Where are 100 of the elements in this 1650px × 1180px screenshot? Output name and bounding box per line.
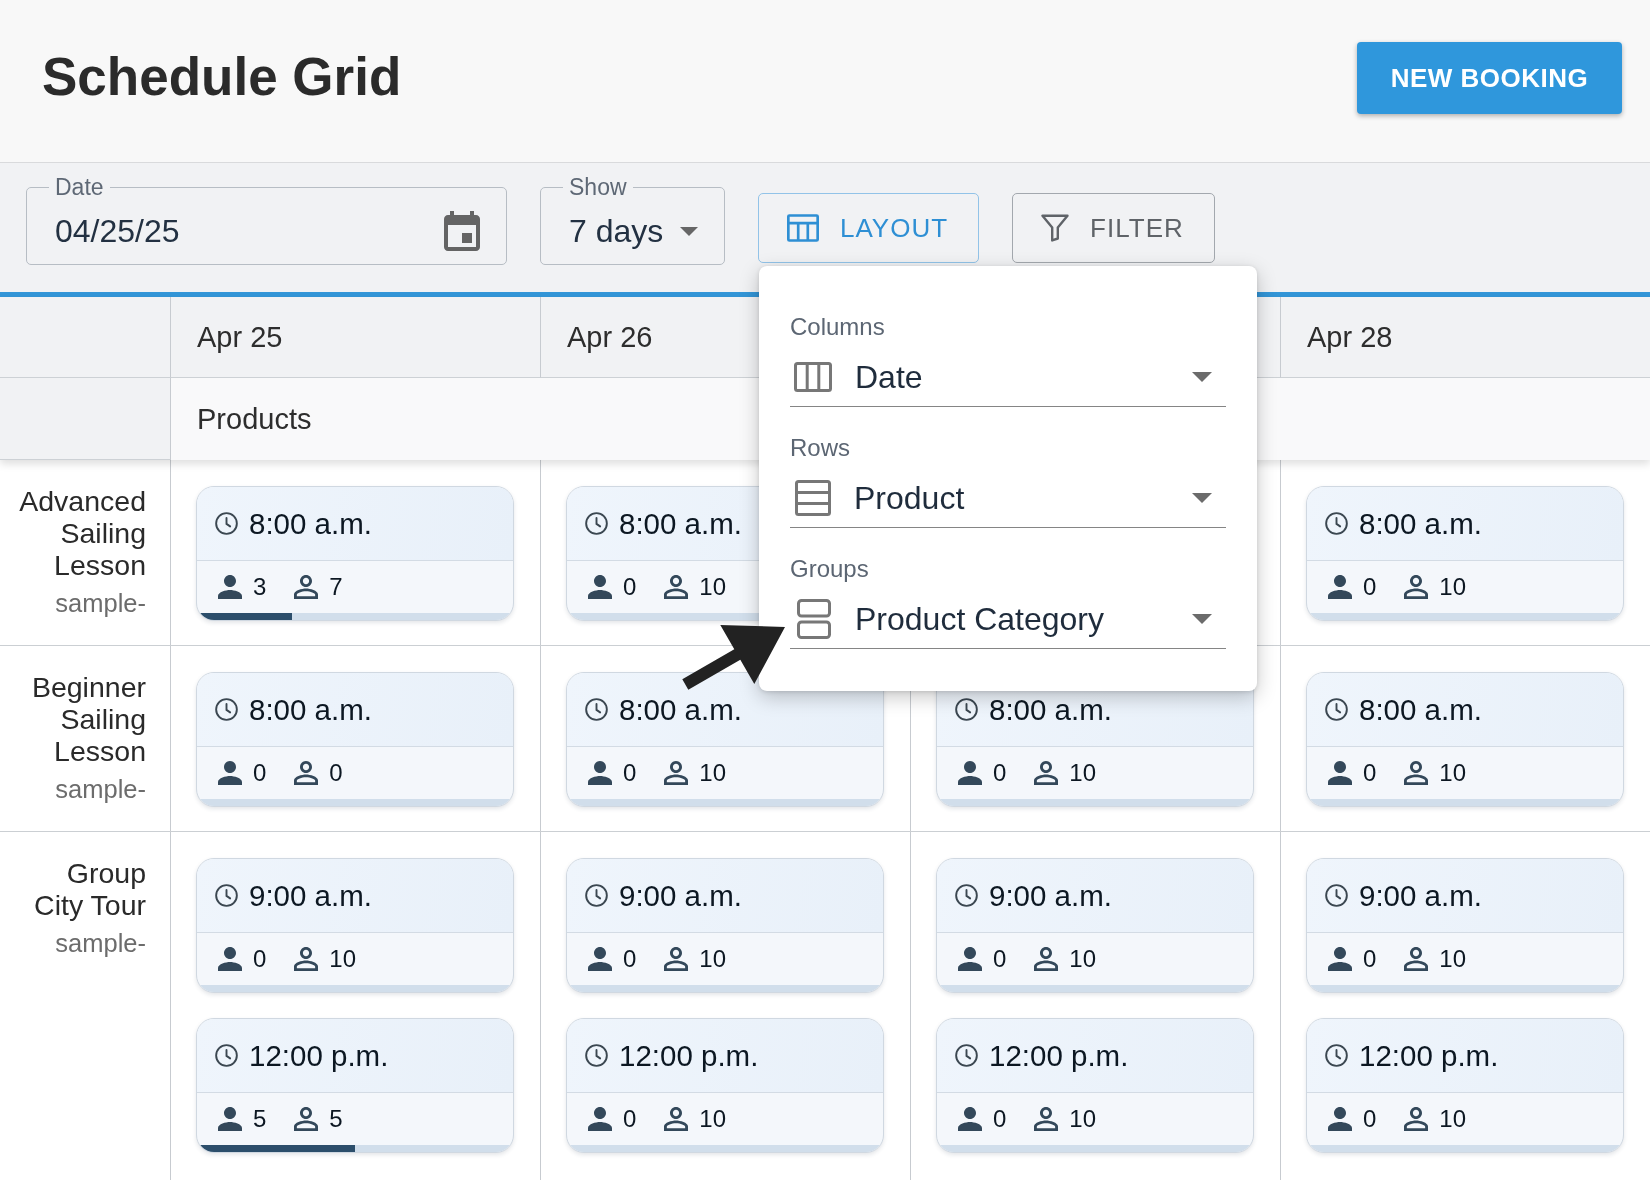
- booked-count: 0: [1363, 573, 1377, 601]
- available-count: 10: [699, 759, 727, 787]
- session-card[interactable]: 8:00 a.m. 0 10: [1306, 486, 1624, 621]
- available-count: 10: [699, 945, 727, 973]
- session-time: 9:00 a.m.: [989, 878, 1112, 913]
- session-time: 12:00 p.m.: [619, 1038, 759, 1073]
- person-icon: [218, 575, 242, 599]
- booked-count: 0: [993, 1105, 1007, 1133]
- session-card[interactable]: 12:00 p.m. 0 10: [566, 1018, 884, 1153]
- table-icon: [787, 214, 819, 242]
- person-outline-icon: [1034, 1107, 1059, 1131]
- person-icon: [1328, 947, 1352, 971]
- session-time: 12:00 p.m.: [1359, 1038, 1499, 1073]
- calendar-icon[interactable]: [444, 211, 480, 251]
- person-icon: [218, 1107, 242, 1131]
- booked-count: 0: [1363, 945, 1377, 973]
- person-icon: [588, 575, 612, 599]
- person-outline-icon: [294, 1107, 319, 1131]
- available-count: 10: [329, 945, 357, 973]
- available-count: 7: [329, 573, 343, 601]
- booked-count: 0: [623, 945, 637, 973]
- filter-icon: [1041, 214, 1070, 242]
- field-label: Rows: [790, 435, 851, 461]
- available-count: 10: [699, 1105, 727, 1133]
- person-outline-icon: [1404, 575, 1429, 599]
- person-icon: [588, 947, 612, 971]
- available-count: 10: [1439, 573, 1467, 601]
- session-card[interactable]: 9:00 a.m. 0 10: [566, 858, 884, 993]
- show-select[interactable]: Show 7 days: [540, 174, 725, 265]
- session-card[interactable]: 12:00 p.m. 0 10: [936, 1018, 1254, 1153]
- session-card[interactable]: 12:00 p.m. 0 10: [1306, 1018, 1624, 1153]
- session-time: 9:00 a.m.: [249, 878, 372, 913]
- field-label: Show: [568, 174, 628, 200]
- person-outline-icon: [664, 761, 689, 785]
- clock-icon: [215, 884, 238, 907]
- stacked-boxes-icon: [797, 599, 831, 639]
- person-icon: [958, 1107, 982, 1131]
- person-outline-icon: [294, 575, 319, 599]
- person-outline-icon: [1404, 947, 1429, 971]
- person-icon: [218, 761, 242, 785]
- clock-icon: [585, 512, 608, 535]
- session-card[interactable]: 8:00 a.m. 0 0: [196, 672, 514, 807]
- page-title: Schedule Grid: [42, 46, 402, 108]
- booked-count: 0: [623, 1105, 637, 1133]
- session-time: 8:00 a.m.: [619, 692, 742, 727]
- column-header: Apr 26: [567, 320, 653, 354]
- session-card[interactable]: 12:00 p.m. 5 5: [196, 1018, 514, 1153]
- booked-count: 0: [993, 759, 1007, 787]
- session-card[interactable]: 8:00 a.m. 0 10: [1306, 672, 1624, 807]
- caret-icon: [1192, 614, 1212, 624]
- available-count: 10: [1439, 945, 1467, 973]
- booked-count: 0: [1363, 1105, 1377, 1133]
- available-count: 10: [1439, 1105, 1467, 1133]
- field-label: Columns: [790, 314, 886, 340]
- person-outline-icon: [664, 947, 689, 971]
- clock-icon: [215, 698, 238, 721]
- session-time: 8:00 a.m.: [619, 506, 742, 541]
- session-card[interactable]: 9:00 a.m. 0 10: [196, 858, 514, 993]
- booked-count: 0: [253, 759, 267, 787]
- product-name: Group City Tour: [33, 857, 146, 921]
- clock-icon: [955, 884, 978, 907]
- clock-icon: [215, 512, 238, 535]
- session-time: 8:00 a.m.: [989, 692, 1112, 727]
- product-code: sample-: [55, 929, 146, 957]
- rows-icon: [795, 480, 831, 516]
- session-card[interactable]: 8:00 a.m. 0 10: [566, 672, 884, 807]
- person-outline-icon: [1404, 1107, 1429, 1131]
- available-count: 5: [329, 1105, 343, 1133]
- session-card[interactable]: 9:00 a.m. 0 10: [1306, 858, 1624, 993]
- available-count: 10: [1439, 759, 1467, 787]
- product-code: sample-: [55, 775, 146, 803]
- field-label: Groups: [790, 556, 870, 582]
- person-icon: [1328, 575, 1352, 599]
- product-code: sample-: [55, 589, 146, 617]
- session-time: 9:00 a.m.: [619, 878, 742, 913]
- session-time: 9:00 a.m.: [1359, 878, 1482, 913]
- booked-count: 0: [993, 945, 1007, 973]
- caret-icon: [1192, 372, 1212, 382]
- clock-icon: [1325, 698, 1348, 721]
- person-outline-icon: [1034, 761, 1059, 785]
- person-icon: [218, 947, 242, 971]
- clock-icon: [1325, 884, 1348, 907]
- filter-button[interactable]: FILTER: [1012, 193, 1215, 263]
- person-outline-icon: [1034, 947, 1059, 971]
- session-time: 12:00 p.m.: [249, 1038, 389, 1073]
- clock-icon: [1325, 512, 1348, 535]
- column-header: Apr 28: [1307, 320, 1393, 354]
- session-time: 8:00 a.m.: [1359, 506, 1482, 541]
- session-card[interactable]: 8:00 a.m. 3 7: [196, 486, 514, 621]
- available-count: 10: [1069, 945, 1097, 973]
- available-count: 0: [329, 759, 343, 787]
- clock-icon: [585, 1044, 608, 1067]
- booked-count: 0: [623, 573, 637, 601]
- session-card[interactable]: 9:00 a.m. 0 10: [936, 858, 1254, 993]
- session-time: 8:00 a.m.: [249, 692, 372, 727]
- columns-select[interactable]: Columns Date: [790, 314, 1226, 407]
- column-header: Apr 25: [197, 320, 283, 354]
- clock-icon: [585, 884, 608, 907]
- session-time: 8:00 a.m.: [1359, 692, 1482, 727]
- person-outline-icon: [294, 947, 319, 971]
